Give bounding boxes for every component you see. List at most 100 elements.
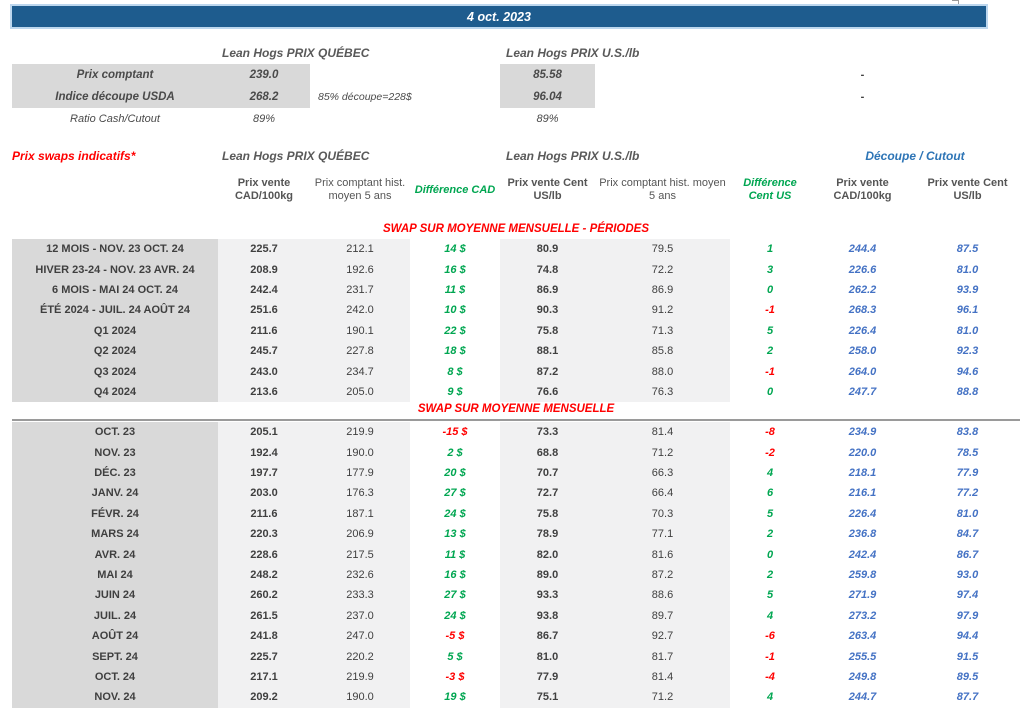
us-difference: 6 (766, 487, 774, 500)
us-hist-avg: 89.7 (595, 605, 730, 627)
table-row: NOV. 23 192.4 190.0 2 $ 68.8 71.2 -2 220… (12, 442, 1020, 463)
period-label: FÉVR. 24 (12, 503, 218, 525)
spot-us-header: Lean Hogs PRIX U.S./lb (506, 46, 640, 60)
cad-sale-price: 192.4 (218, 442, 310, 463)
cad-difference: 20 $ (444, 467, 466, 480)
us-sale-price: 76.6 (500, 381, 595, 403)
quebec-price-value: 268.2 (218, 86, 310, 108)
cad-hist-avg: 233.3 (310, 585, 410, 606)
us-sale-price: 77.9 (500, 666, 595, 688)
table-row: HIVER 23-24 - NOV. 23 AVR. 24 208.9 192.… (12, 259, 1020, 280)
us-sale-price: 93.3 (500, 585, 595, 606)
us-difference: 4 (766, 691, 774, 704)
cutout-cad-price: 242.4 (848, 548, 877, 561)
us-hist-avg: 92.7 (595, 626, 730, 647)
cad-sale-price: 228.6 (218, 544, 310, 565)
us-hist-avg: 88.0 (595, 361, 730, 382)
us-sale-price: 88.1 (500, 340, 595, 362)
period-label: Q2 2024 (12, 340, 218, 362)
period-label: DÉC. 23 (12, 462, 218, 484)
cutout-cad-price: 258.0 (848, 345, 877, 358)
cad-sale-price: 241.8 (218, 626, 310, 647)
cutout-cad-price: 220.0 (848, 446, 877, 459)
swaps-column-headers: Prix vente CAD/100kg Prix comptant hist.… (12, 164, 1020, 216)
cad-hist-avg: 247.0 (310, 626, 410, 647)
us-sale-price: 78.9 (500, 524, 595, 545)
cad-sale-price: 225.7 (218, 646, 310, 667)
cad-hist-avg: 232.6 (310, 564, 410, 586)
period-label: NOV. 23 (12, 442, 218, 463)
cad-hist-avg: 187.1 (310, 503, 410, 525)
period-label: SEPT. 24 (12, 646, 218, 667)
col-header-cad-diff: Différence CAD (414, 183, 496, 196)
cad-hist-avg: 205.0 (310, 381, 410, 403)
cutout-us-price: 97.4 (956, 589, 979, 602)
table-row: Q3 2024 243.0 234.7 8 $ 87.2 88.0 -1 264… (12, 361, 1020, 382)
cutout-cad-price: 247.7 (848, 385, 877, 398)
us-hist-avg: 87.2 (595, 564, 730, 586)
period-label: 12 MOIS - NOV. 23 OCT. 24 (12, 239, 218, 260)
cutout-us-price: 83.8 (956, 426, 979, 439)
spot-quebec-header: Lean Hogs PRIX QUÉBEC (222, 46, 370, 60)
us-price-value: 96.04 (500, 86, 595, 108)
us-difference: 2 (766, 345, 774, 358)
cutout-us-price: 94.4 (956, 630, 979, 643)
empty-header-cell (12, 164, 218, 216)
section-title: SWAP SUR MOYENNE MENSUELLE - PÉRIODES (382, 223, 650, 235)
cutout-cad-price: 226.4 (848, 324, 877, 337)
cutout-note: 85% découpe=228$ (318, 91, 412, 103)
us-hist-avg: 81.4 (595, 666, 730, 688)
us-sale-price: 75.8 (500, 320, 595, 341)
cutout-us-price: 81.0 (956, 507, 979, 520)
period-label: Q3 2024 (12, 361, 218, 382)
us-difference: 5 (766, 589, 774, 602)
period-label: MARS 24 (12, 524, 218, 545)
cad-hist-avg: 219.9 (310, 666, 410, 688)
cad-hist-avg: 231.7 (310, 279, 410, 301)
cutout-us-price: 89.5 (956, 671, 979, 683)
spot-group-headers: Lean Hogs PRIX QUÉBEC Lean Hogs PRIX U.S… (12, 44, 1020, 62)
cad-sale-price: 213.6 (218, 381, 310, 403)
us-hist-avg: 71.2 (595, 442, 730, 463)
cad-hist-avg: 176.3 (310, 483, 410, 504)
period-label: AVR. 24 (12, 544, 218, 565)
cutout-cad-price: 236.8 (848, 528, 877, 541)
cad-hist-avg: 192.6 (310, 259, 410, 280)
cad-sale-price: 242.4 (218, 279, 310, 301)
cutout-us-price: 93.0 (956, 569, 979, 582)
cutout-us-price: 87.7 (956, 691, 979, 704)
cad-sale-price: 243.0 (218, 361, 310, 382)
cad-difference: 13 $ (444, 528, 466, 541)
cad-difference: 5 $ (447, 650, 463, 663)
period-label: JANV. 24 (12, 483, 218, 504)
us-sale-price: 80.9 (500, 239, 595, 260)
quebec-price-value: 89% (252, 113, 276, 125)
cutout-cad-price: 249.8 (848, 671, 877, 683)
cad-sale-price: 211.6 (218, 320, 310, 341)
us-hist-avg: 81.4 (595, 422, 730, 443)
cutout-header: Découpe / Cutout (865, 148, 965, 163)
cad-difference: 22 $ (444, 324, 466, 337)
cutout-us-price: 91.5 (956, 650, 979, 663)
cutout-cad-price: 259.8 (848, 569, 877, 582)
table-row: AVR. 24 228.6 217.5 11 $ 82.0 81.6 0 242… (12, 544, 1020, 565)
us-difference: 4 (766, 467, 774, 480)
dash-value: - (860, 69, 865, 81)
us-sale-price: 90.3 (500, 300, 595, 321)
cutout-note (310, 64, 500, 86)
swap-section: SWAP SUR MOYENNE MENSUELLE OCT. 23 205.1… (12, 402, 1020, 708)
cad-sale-price: 205.1 (218, 422, 310, 443)
cad-difference: 11 $ (444, 548, 466, 561)
us-price-value: 85.58 (500, 64, 595, 86)
period-label: OCT. 24 (12, 666, 218, 688)
cad-difference: 16 $ (444, 263, 466, 276)
cad-sale-price: 220.3 (218, 524, 310, 545)
col-header-cad-hist: Prix comptant hist. moyen 5 ans (314, 177, 406, 202)
us-hist-avg: 66.4 (595, 483, 730, 504)
us-sale-price: 72.7 (500, 483, 595, 504)
cad-hist-avg: 177.9 (310, 462, 410, 484)
us-hist-avg: 76.3 (595, 381, 730, 403)
col-header-us-sale: Prix vente Cent US/lb (507, 177, 588, 202)
swaps-title: Prix swaps indicatifs* (12, 148, 136, 163)
cutout-cad-price: 264.0 (848, 365, 877, 378)
